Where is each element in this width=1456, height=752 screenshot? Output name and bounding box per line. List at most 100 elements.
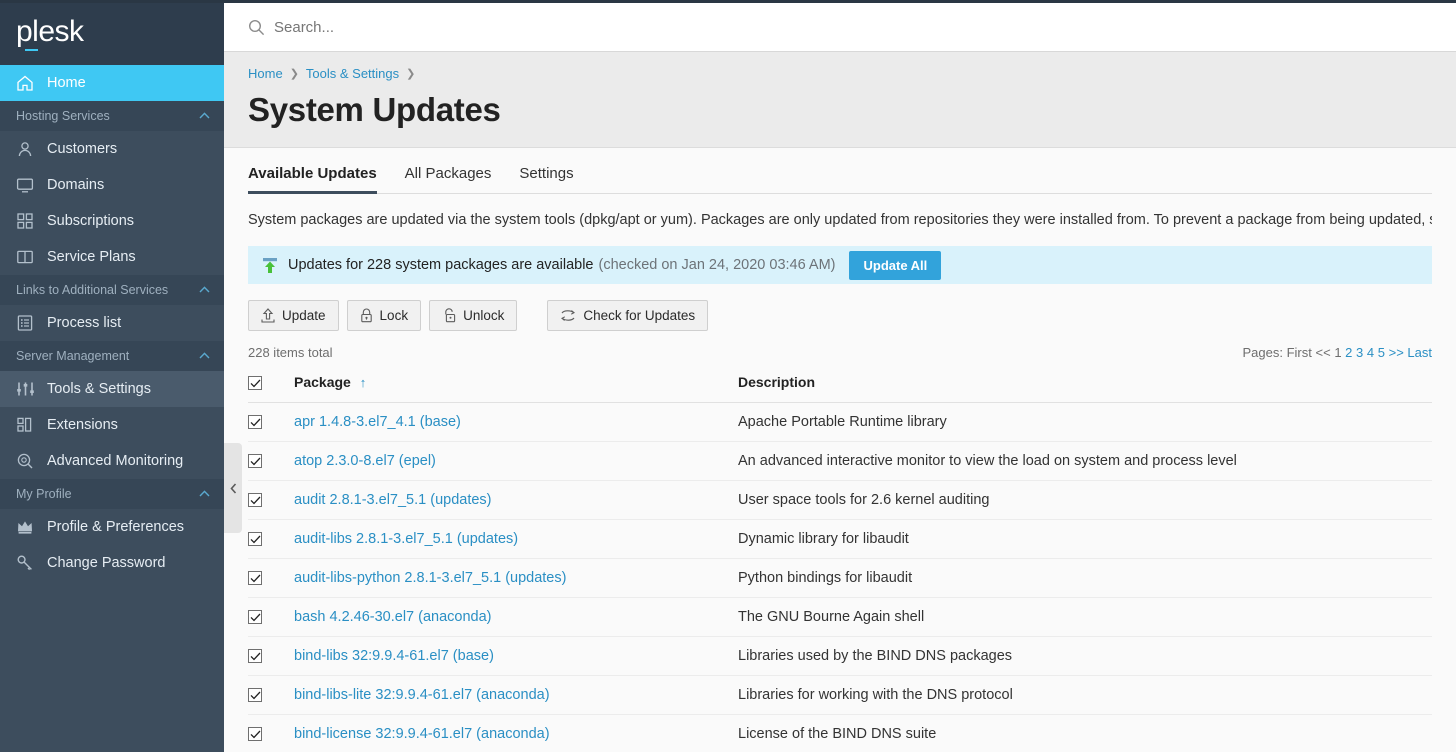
package-link[interactable]: bind-license 32:9.9.4-61.el7 (anaconda) <box>294 726 550 742</box>
package-link[interactable]: bash 4.2.46-30.el7 (anaconda) <box>294 609 492 625</box>
unlock-button[interactable]: Unlock <box>429 300 518 331</box>
sidebar-group-server-management[interactable]: Server Management <box>0 341 224 371</box>
search-icon <box>248 19 265 36</box>
package-link[interactable]: audit-libs-python 2.8.1-3.el7_5.1 (updat… <box>294 570 566 586</box>
sidebar-item-advanced-monitoring[interactable]: Advanced Monitoring <box>0 443 224 479</box>
sidebar-item-service-plans[interactable]: Service Plans <box>0 239 224 275</box>
table-row: bind-libs-lite 32:9.9.4-61.el7 (anaconda… <box>248 675 1432 716</box>
row-checkbox[interactable] <box>248 688 262 703</box>
page-header: Home ❯ Tools & Settings ❯ System Updates <box>224 52 1456 148</box>
row-checkbox[interactable] <box>248 571 262 586</box>
package-name-cell: audit-libs-python 2.8.1-3.el7_5.1 (updat… <box>294 558 738 599</box>
select-all-checkbox[interactable] <box>248 376 262 391</box>
sidebar-group-my-profile[interactable]: My Profile <box>0 479 224 509</box>
update-all-button[interactable]: Update All <box>849 250 942 280</box>
user-icon <box>16 140 38 158</box>
sidebar-item-extensions[interactable]: Extensions <box>0 407 224 443</box>
row-checkbox[interactable] <box>248 649 262 664</box>
check-for-updates-button[interactable]: Check for Updates <box>547 300 709 331</box>
tab-available-updates[interactable]: Available Updates <box>248 165 377 194</box>
check-icon <box>250 730 260 739</box>
sort-ascending-icon: ↑ <box>359 375 367 391</box>
package-link[interactable]: audit-libs 2.8.1-3.el7_5.1 (updates) <box>294 531 518 547</box>
sidebar-item-label: Change Password <box>47 555 166 571</box>
row-checkbox-cell <box>248 558 294 599</box>
search-input[interactable] <box>274 18 694 36</box>
sidebar-item-customers[interactable]: Customers <box>0 131 224 167</box>
package-description-cell: Libraries for working with the DNS proto… <box>738 675 1432 716</box>
crown-icon <box>16 519 38 535</box>
check-icon <box>250 613 260 622</box>
package-link[interactable]: atop 2.3.0-8.el7 (epel) <box>294 453 436 469</box>
pagination-page-5[interactable]: 5 <box>1378 345 1385 360</box>
tab-settings[interactable]: Settings <box>519 165 573 194</box>
sidebar-collapse-handle[interactable] <box>224 443 242 533</box>
main-area: Home ❯ Tools & Settings ❯ System Updates… <box>224 3 1456 752</box>
package-link[interactable]: bind-libs-lite 32:9.9.4-61.el7 (anaconda… <box>294 687 550 703</box>
sidebar-item-profile-preferences[interactable]: Profile & Preferences <box>0 509 224 545</box>
pagination-last[interactable]: Last <box>1407 345 1432 360</box>
package-description-cell: The GNU Bourne Again shell <box>738 597 1432 638</box>
package-description-cell: Apache Portable Runtime library <box>738 402 1432 443</box>
table-row: audit-libs 2.8.1-3.el7_5.1 (updates) Dyna… <box>248 519 1432 560</box>
package-link[interactable]: apr 1.4.8-3.el7_4.1 (base) <box>294 414 461 430</box>
unlock-button-label: Unlock <box>463 308 505 323</box>
pagination-page-4[interactable]: 4 <box>1367 345 1374 360</box>
monitor-icon <box>16 176 38 194</box>
chevron-up-icon <box>199 489 210 500</box>
breadcrumb-item-tools-settings[interactable]: Tools & Settings <box>306 66 399 81</box>
home-icon <box>16 74 38 92</box>
pagination-next[interactable]: >> <box>1389 345 1404 360</box>
list-meta-row: 228 items total Pages: First << 1 2 3 4 … <box>248 345 1432 360</box>
sidebar-group-hosting-services[interactable]: Hosting Services <box>0 101 224 131</box>
column-header-description[interactable]: Description <box>738 368 1432 404</box>
tab-all-packages[interactable]: All Packages <box>405 165 492 194</box>
sidebar-item-change-password[interactable]: Change Password <box>0 545 224 581</box>
row-checkbox-cell <box>248 402 294 443</box>
sidebar-item-process-list[interactable]: Process list <box>0 305 224 341</box>
update-button[interactable]: Update <box>248 300 339 331</box>
sidebar-group-links-to-additional-services[interactable]: Links to Additional Services <box>0 275 224 305</box>
sidebar-item-tools-settings[interactable]: Tools & Settings <box>0 371 224 407</box>
book-icon <box>16 248 38 266</box>
sidebar-group-label: Server Management <box>16 349 130 363</box>
sliders-icon <box>16 380 38 398</box>
action-toolbar: Update Lock Unlock Check for Updates <box>248 300 1432 331</box>
package-description-cell: Libraries used by the BIND DNS packages <box>738 636 1432 677</box>
table-row: audit-libs-python 2.8.1-3.el7_5.1 (updat… <box>248 558 1432 599</box>
package-name-cell: atop 2.3.0-8.el7 (epel) <box>294 441 738 482</box>
row-checkbox[interactable] <box>248 493 262 508</box>
row-checkbox-cell <box>248 480 294 521</box>
breadcrumb-item-home[interactable]: Home <box>248 66 283 81</box>
row-checkbox[interactable] <box>248 454 262 469</box>
sidebar-group-label: My Profile <box>16 487 72 501</box>
column-header-package-label: Package <box>294 374 351 391</box>
chevron-left-icon <box>229 482 236 494</box>
row-checkbox[interactable] <box>248 415 262 430</box>
sidebar-group-label: Links to Additional Services <box>16 283 169 297</box>
breadcrumb: Home ❯ Tools & Settings ❯ <box>248 66 1432 81</box>
package-link[interactable]: bind-libs 32:9.9.4-61.el7 (base) <box>294 648 494 664</box>
sidebar-item-subscriptions[interactable]: Subscriptions <box>0 203 224 239</box>
column-header-package[interactable]: Package ↑ <box>294 368 738 404</box>
row-checkbox[interactable] <box>248 532 262 547</box>
sidebar-item-label: Tools & Settings <box>47 381 151 397</box>
row-checkbox[interactable] <box>248 727 262 742</box>
brand-header[interactable]: plesk <box>0 3 224 65</box>
sidebar-item-domains[interactable]: Domains <box>0 167 224 203</box>
package-name-cell: bash 4.2.46-30.el7 (anaconda) <box>294 597 738 638</box>
lock-button[interactable]: Lock <box>346 300 422 331</box>
pagination-page-2[interactable]: 2 <box>1345 345 1352 360</box>
pagination-page-3[interactable]: 3 <box>1356 345 1363 360</box>
sidebar-item-home[interactable]: Home <box>0 65 224 101</box>
select-all-header <box>248 368 294 404</box>
package-link[interactable]: audit 2.8.1-3.el7_5.1 (updates) <box>294 492 492 508</box>
update-button-label: Update <box>282 308 326 323</box>
app-shell: plesk Home Hosting Services Customers Domai… <box>0 3 1456 752</box>
tab-bar: Available Updates All Packages Settings <box>248 148 1432 194</box>
key-icon <box>16 554 38 572</box>
lock-closed-icon <box>360 308 373 323</box>
page-title: System Updates <box>248 91 501 128</box>
upload-box-icon <box>261 308 275 323</box>
row-checkbox[interactable] <box>248 610 262 625</box>
